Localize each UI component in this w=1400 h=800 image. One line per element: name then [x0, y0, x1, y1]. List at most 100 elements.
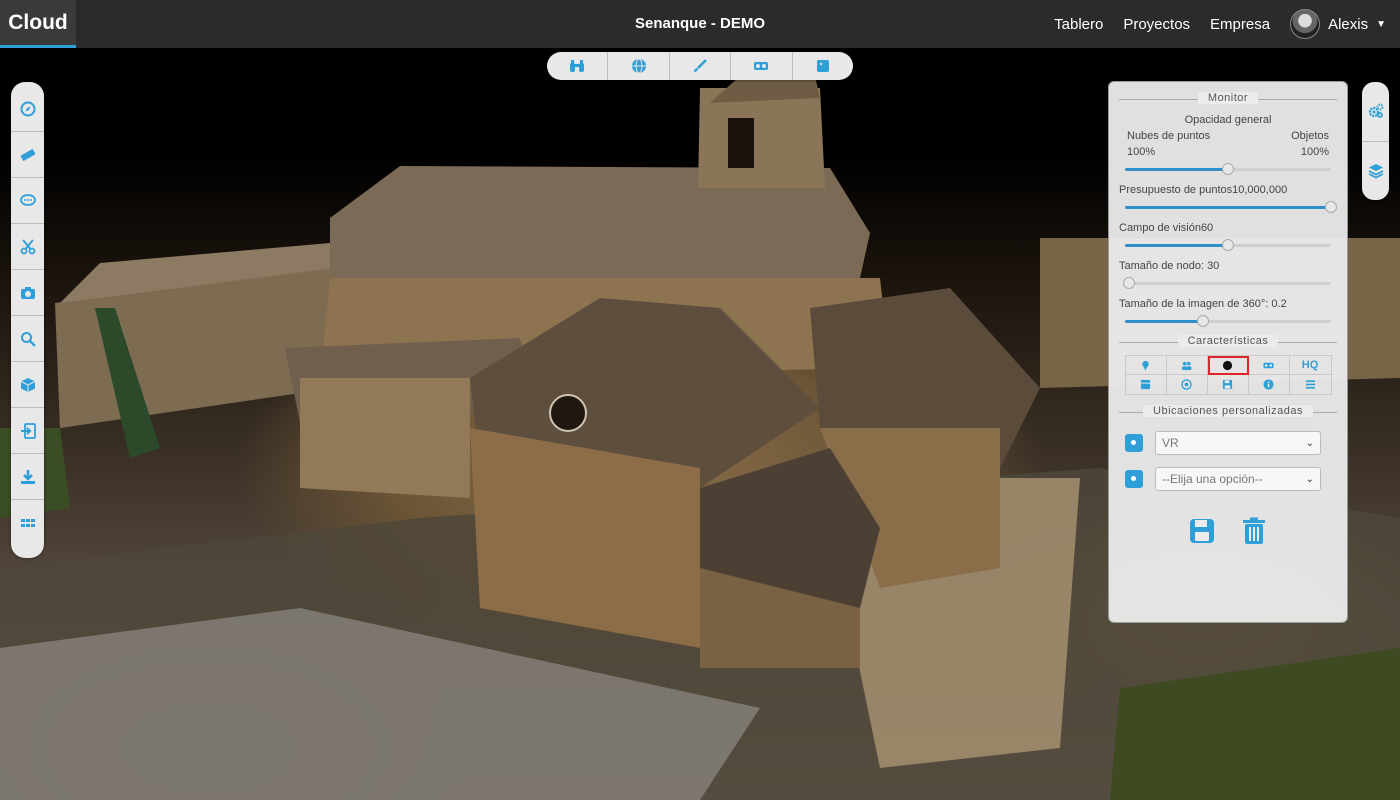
- slider-thumb[interactable]: [1197, 315, 1210, 327]
- import-icon: [20, 422, 36, 439]
- info-icon: [1263, 379, 1274, 390]
- slider-thumb[interactable]: [1222, 239, 1234, 251]
- objects-value: 100%: [1300, 146, 1329, 158]
- binoculars-icon: [570, 60, 585, 72]
- location-select-value: VR: [1162, 436, 1179, 450]
- marker-icon: [1142, 360, 1149, 371]
- point-clouds-label: Nubes de puntos: [1127, 130, 1211, 142]
- search-icon: [20, 331, 36, 347]
- right-toolbar: [1362, 82, 1389, 200]
- point-budget-label: Presupuesto de puntos10,000,000: [1119, 184, 1288, 196]
- location-icon[interactable]: [1125, 470, 1143, 488]
- nav-proyectos[interactable]: Proyectos: [1123, 16, 1190, 33]
- layers-button[interactable]: [1362, 142, 1389, 201]
- object-view-button[interactable]: [793, 52, 853, 80]
- slider-fill: [1125, 206, 1331, 209]
- slider-thumb[interactable]: [1123, 277, 1136, 289]
- slider-fill: [1125, 244, 1228, 247]
- left-toolbar: [11, 82, 44, 558]
- settings-button[interactable]: [1362, 82, 1389, 142]
- import-button[interactable]: [11, 408, 44, 454]
- chevron-down-icon: ▼: [1376, 18, 1386, 30]
- point-budget-value: 10,000,000: [1232, 184, 1288, 196]
- nav-empresa[interactable]: Empresa: [1210, 16, 1270, 33]
- globe-icon: [631, 58, 646, 74]
- pano-size-slider[interactable]: [1125, 313, 1331, 329]
- slider-fill: [1125, 320, 1204, 323]
- vr-headset-icon: [754, 62, 769, 70]
- camera-icon: [20, 286, 35, 299]
- screenshot-button[interactable]: [11, 270, 44, 316]
- feature-save-button[interactable]: [1208, 375, 1249, 394]
- annotation-button[interactable]: [11, 178, 44, 224]
- compass-button[interactable]: [11, 86, 44, 132]
- user-menu[interactable]: Alexis ▼: [1290, 9, 1386, 39]
- slider-track: [1125, 282, 1331, 285]
- feature-list-button[interactable]: [1290, 375, 1331, 394]
- feature-vr-button[interactable]: [1248, 356, 1290, 375]
- nav-tablero[interactable]: Tablero: [1054, 16, 1103, 33]
- chevron-down-icon: ⌄: [1305, 437, 1314, 449]
- point-budget-slider[interactable]: [1125, 199, 1337, 215]
- feature-users-button[interactable]: [1166, 356, 1208, 375]
- feature-hq-button[interactable]: HQ: [1289, 356, 1331, 375]
- settings-cogs-icon: [1368, 103, 1383, 119]
- save-location-button[interactable]: [1188, 517, 1216, 545]
- vr-icon: [1263, 362, 1274, 368]
- users-icon: [1181, 361, 1192, 370]
- brand-logo[interactable]: Cloud: [0, 0, 76, 48]
- inspect-view-button[interactable]: [547, 52, 609, 80]
- globe-view-button[interactable]: [608, 52, 670, 80]
- location-select-option[interactable]: --Elija una opción-- ⌄: [1155, 467, 1321, 491]
- delete-location-button[interactable]: [1240, 517, 1268, 545]
- cube-icon: [20, 377, 35, 392]
- location-row-option: --Elija una opción-- ⌄: [1119, 467, 1337, 491]
- top-bar: Cloud Senanque - DEMO Tablero Proyectos …: [0, 0, 1400, 48]
- clip-button[interactable]: [11, 224, 44, 270]
- opacity-endpoints: Nubes de puntos Objetos: [1119, 129, 1337, 143]
- opacity-values: 100% 100%: [1119, 145, 1337, 159]
- box-icon: [1140, 379, 1151, 390]
- apps-button[interactable]: [11, 500, 44, 546]
- download-icon: [20, 469, 35, 484]
- location-icon[interactable]: [1125, 434, 1143, 452]
- measure-button[interactable]: [11, 132, 44, 178]
- location-select-vr[interactable]: VR ⌄: [1155, 431, 1321, 455]
- target-icon: [1181, 379, 1192, 390]
- feature-marker-button[interactable]: [1125, 356, 1167, 375]
- volume-button[interactable]: [11, 362, 44, 408]
- node-size-label: Tamaño de nodo: 30: [1119, 260, 1220, 272]
- feature-box-button[interactable]: [1126, 375, 1167, 394]
- panel-actions: [1119, 517, 1337, 545]
- fov-slider[interactable]: [1125, 237, 1331, 253]
- paint-view-button[interactable]: [670, 52, 732, 80]
- opacity-slider[interactable]: [1125, 161, 1331, 177]
- feature-info-button[interactable]: [1249, 375, 1290, 394]
- location-select-value: --Elija una opción--: [1162, 472, 1263, 486]
- slider-thumb[interactable]: [1325, 201, 1337, 213]
- custom-locations-title: Ubicaciones personalizadas: [1119, 405, 1337, 419]
- grid-icon: [20, 519, 35, 527]
- chevron-down-icon: ⌄: [1305, 473, 1314, 485]
- ruler-icon: [19, 148, 36, 161]
- search-button[interactable]: [11, 316, 44, 362]
- opacity-label: Opacidad general: [1184, 114, 1272, 126]
- avatar: [1290, 9, 1321, 39]
- feature-target-button[interactable]: [1167, 375, 1208, 394]
- features-grid: HQ: [1124, 355, 1332, 395]
- save-icon: [1222, 379, 1233, 390]
- square-icon: [816, 60, 829, 72]
- layers-icon: [1368, 163, 1383, 179]
- pano-size-label: Tamaño de la imagen de 360°: 0.2: [1119, 298, 1287, 310]
- fov-value: 60: [1200, 222, 1214, 234]
- feature-dot-button[interactable]: [1207, 356, 1249, 375]
- point-clouds-value: 100%: [1127, 146, 1156, 158]
- vr-view-button[interactable]: [731, 52, 793, 80]
- slider-thumb[interactable]: [1222, 163, 1234, 175]
- list-icon: [1305, 380, 1315, 389]
- compass-icon: [20, 101, 35, 116]
- download-button[interactable]: [11, 454, 44, 500]
- objects-label: Objetos: [1291, 130, 1329, 142]
- user-name: Alexis: [1328, 15, 1369, 33]
- node-size-slider[interactable]: [1123, 275, 1331, 291]
